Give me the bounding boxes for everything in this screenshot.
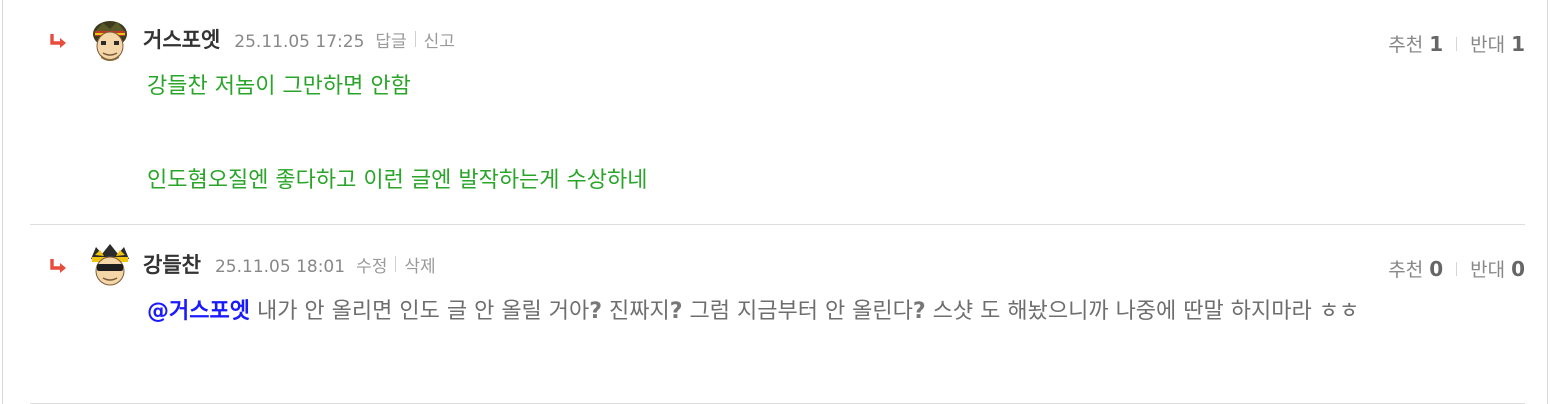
- vote-divider: [1456, 36, 1458, 51]
- comment-text-segment: 내가 안 올리면 인도 글 안 올릴 거아: [249, 299, 590, 324]
- downvote-button[interactable]: 반대: [1470, 30, 1505, 57]
- delete-button[interactable]: 삭제: [404, 252, 435, 277]
- comment-meta: 거스포엣 25.11.05 17:25 답글 신고: [143, 24, 455, 54]
- comment-text: @거스포엣 내가 안 올리면 인도 글 안 올릴 거아? 진짜지? 그럼 지금부…: [147, 296, 1477, 328]
- comment-text-segment: 스샷 도 해놨으니까 나중에 딴말 하지마라 ㅎㅎ: [925, 299, 1360, 324]
- mention-link[interactable]: @거스포엣: [147, 299, 250, 324]
- reply-button[interactable]: 답글: [375, 27, 406, 52]
- comment-text-punct: ?: [669, 299, 683, 324]
- upvote-count: 0: [1429, 257, 1444, 281]
- upvote-count: 1: [1429, 32, 1444, 56]
- comment-text-punct: ?: [912, 299, 926, 324]
- vote-divider: [1456, 261, 1458, 276]
- user-avatar-icon[interactable]: [87, 241, 133, 287]
- comment-text-line: 인도혐오질엔 좋다하고 이런 글엔 발작하는게 수상하네: [147, 168, 648, 193]
- edit-button[interactable]: 수정: [356, 252, 387, 277]
- comment-votes: 추천 1 반대 1: [1388, 30, 1525, 57]
- comment-nickname[interactable]: 강들찬: [143, 249, 201, 279]
- comment-text-segment: 그럼 지금부터 안 올린다: [682, 299, 913, 324]
- downvote-count: 0: [1511, 257, 1525, 281]
- comment-date: 25.11.05 18:01: [214, 257, 346, 277]
- comment-text-line: 강들찬 저놈이 그만하면 안함: [147, 74, 411, 99]
- downvote-button[interactable]: 반대: [1470, 255, 1505, 282]
- downvote-count: 1: [1511, 32, 1525, 56]
- comment-meta: 강들찬 25.11.05 18:01 수정 삭제: [143, 249, 436, 279]
- right-border: [1547, 0, 1548, 404]
- reply-arrow-icon: [50, 259, 66, 273]
- report-button[interactable]: 신고: [424, 27, 455, 52]
- reply-arrow-icon: [50, 34, 66, 48]
- action-divider: [414, 31, 416, 47]
- comment-votes: 추천 0 반대 0: [1388, 255, 1525, 282]
- upvote-button[interactable]: 추천: [1388, 255, 1423, 282]
- comment-text-punct: ?: [589, 299, 603, 324]
- comment-text-segment: 진짜지: [602, 299, 670, 324]
- upvote-button[interactable]: 추천: [1388, 30, 1423, 57]
- left-border: [2, 0, 3, 404]
- comment-date: 25.11.05 17:25: [234, 32, 365, 52]
- user-avatar-icon[interactable]: [87, 17, 133, 63]
- action-divider: [395, 256, 397, 272]
- comment-nickname[interactable]: 거스포엣: [143, 24, 220, 54]
